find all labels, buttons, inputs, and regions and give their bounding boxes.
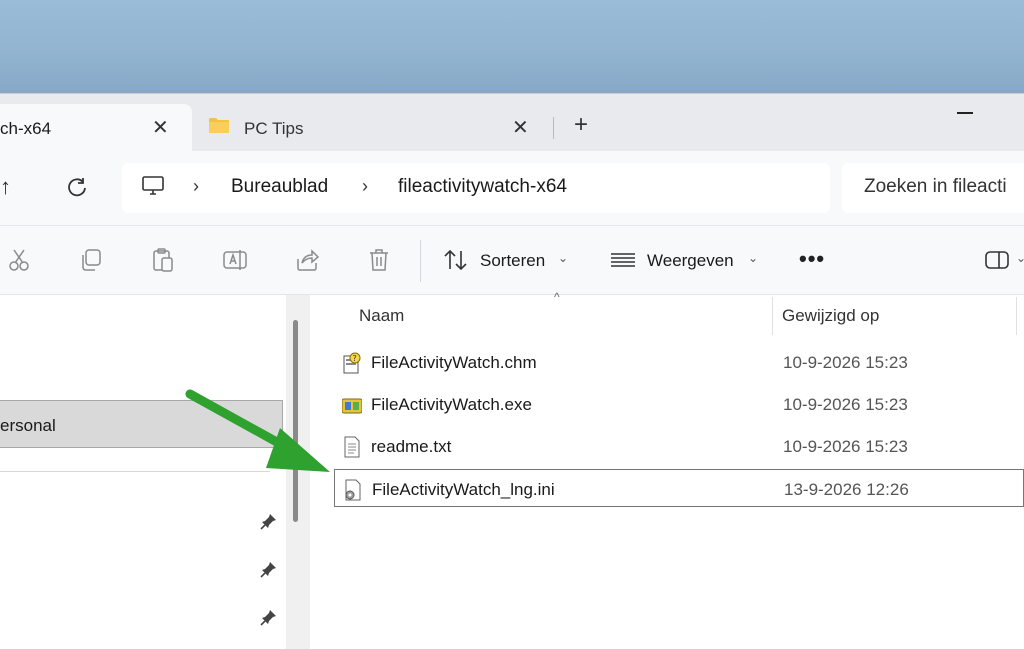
file-modified: 10-9-2026 15:23 xyxy=(783,437,908,456)
column-header-modified[interactable]: Gewijzigd op xyxy=(782,306,879,326)
tab-title: ch-x64 xyxy=(0,119,52,138)
sidebar-item-label: ersonal xyxy=(0,416,56,435)
breadcrumb-chevron-icon: › xyxy=(362,176,368,196)
computer-icon xyxy=(142,176,164,195)
new-tab-button[interactable]: + xyxy=(574,113,588,137)
pin-icon xyxy=(260,514,276,530)
close-tab-icon[interactable]: ✕ xyxy=(152,118,169,138)
tab-pc-tips[interactable]: PC Tips ✕ xyxy=(192,104,542,150)
view-button[interactable]: Weergeven xyxy=(647,251,734,271)
delete-icon[interactable] xyxy=(366,247,392,273)
file-row[interactable]: FileActivityWatch.exe 10-9-2026 15:23 xyxy=(334,385,1024,423)
desktop-background xyxy=(0,0,1024,95)
column-divider[interactable] xyxy=(772,297,773,335)
svg-text:?: ? xyxy=(353,354,357,363)
sort-icon[interactable] xyxy=(443,247,469,273)
sort-button[interactable]: Sorteren xyxy=(480,251,545,271)
refresh-icon[interactable] xyxy=(66,176,88,198)
search-input[interactable]: Zoeken in fileacti xyxy=(864,176,1007,198)
file-modified: 13-9-2026 12:26 xyxy=(784,480,909,499)
settings-file-icon xyxy=(345,479,361,501)
file-modified: 10-9-2026 15:23 xyxy=(783,353,908,372)
breadcrumb-chevron-icon: › xyxy=(193,176,199,196)
folder-icon xyxy=(209,118,229,133)
tab-title: PC Tips xyxy=(244,119,304,138)
more-options-button[interactable]: ••• xyxy=(799,246,825,272)
file-modified: 10-9-2026 15:23 xyxy=(783,395,908,414)
pin-icon xyxy=(260,562,276,578)
exe-icon xyxy=(342,398,362,414)
help-file-icon: ? xyxy=(343,352,361,374)
details-pane-icon[interactable] xyxy=(985,247,1011,273)
file-row[interactable]: ? FileActivityWatch.chm 10-9-2026 15:23 xyxy=(334,343,1024,381)
file-name: FileActivityWatch_lng.ini xyxy=(372,480,555,499)
file-row-selected[interactable]: FileActivityWatch_lng.ini 13-9-2026 12:2… xyxy=(334,469,1024,507)
breadcrumb-desktop[interactable]: Bureaublad xyxy=(231,176,328,198)
annotation-arrow-icon xyxy=(185,389,330,472)
text-file-icon xyxy=(344,436,360,458)
file-row[interactable]: readme.txt 10-9-2026 15:23 xyxy=(334,427,1024,465)
chevron-down-icon: ⌄ xyxy=(748,251,759,265)
close-tab-icon[interactable]: ✕ xyxy=(512,118,529,138)
toolbar-separator xyxy=(420,240,421,282)
file-name: readme.txt xyxy=(371,437,452,456)
up-arrow-icon[interactable]: ↑ xyxy=(0,174,11,200)
chevron-down-icon: ⌄ xyxy=(1016,251,1024,265)
column-header-name[interactable]: Naam xyxy=(359,306,404,326)
file-name: FileActivityWatch.exe xyxy=(371,395,532,414)
tab-separator xyxy=(553,117,554,139)
minimize-button[interactable] xyxy=(957,112,973,114)
chevron-down-icon: ⌄ xyxy=(558,251,569,265)
copy-icon[interactable] xyxy=(78,247,104,273)
share-icon[interactable] xyxy=(294,247,320,273)
rename-icon[interactable] xyxy=(222,247,248,273)
view-icon[interactable] xyxy=(610,247,636,273)
file-name: FileActivityWatch.chm xyxy=(371,353,537,372)
breadcrumb-current-folder[interactable]: fileactivitywatch-x64 xyxy=(398,176,567,198)
cut-icon[interactable] xyxy=(6,247,32,273)
tab-active[interactable]: ch-x64 ✕ xyxy=(0,104,192,152)
column-divider[interactable] xyxy=(1016,297,1017,335)
pin-icon xyxy=(260,610,276,626)
sort-indicator-icon: ^ xyxy=(554,290,560,304)
paste-icon[interactable] xyxy=(150,247,176,273)
